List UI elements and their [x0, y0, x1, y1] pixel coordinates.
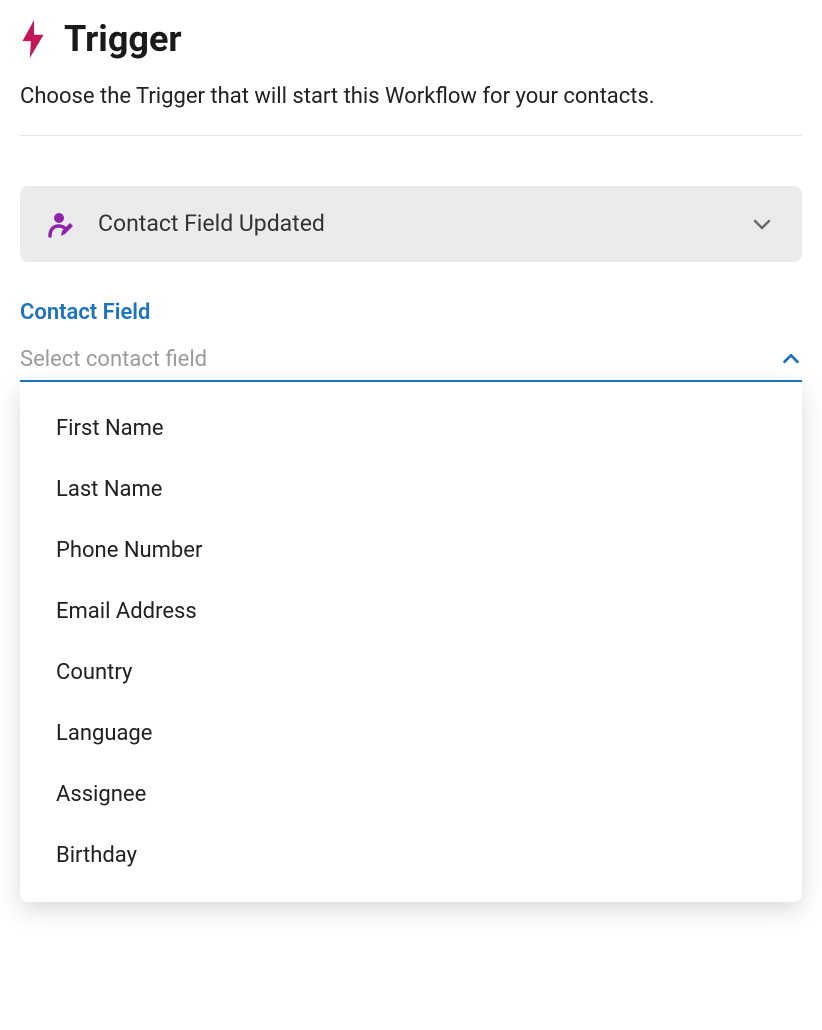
page-description: Choose the Trigger that will start this …: [20, 82, 802, 113]
dropdown-option[interactable]: Assignee: [20, 764, 802, 825]
dropdown-option[interactable]: Birthday: [20, 825, 802, 886]
chevron-down-icon: [750, 212, 774, 236]
page-header: Trigger: [20, 18, 802, 60]
contact-field-dropdown: First Name Last Name Phone Number Email …: [20, 382, 802, 902]
contact-field-section: Contact Field Select contact field First…: [20, 300, 802, 902]
lightning-bolt-icon: [20, 20, 46, 58]
dropdown-option[interactable]: First Name: [20, 398, 802, 459]
contact-field-label: Contact Field: [20, 300, 802, 325]
user-edit-icon: [48, 210, 76, 238]
dropdown-option[interactable]: Country: [20, 642, 802, 703]
chevron-up-icon: [780, 348, 802, 370]
page-title: Trigger: [64, 18, 182, 60]
contact-field-placeholder: Select contact field: [20, 347, 207, 372]
dropdown-option[interactable]: Phone Number: [20, 520, 802, 581]
dropdown-option[interactable]: Language: [20, 703, 802, 764]
trigger-type-selector[interactable]: Contact Field Updated: [20, 186, 802, 262]
contact-field-select[interactable]: Select contact field: [20, 335, 802, 382]
divider: [20, 135, 802, 136]
dropdown-option[interactable]: Last Name: [20, 459, 802, 520]
dropdown-option[interactable]: Email Address: [20, 581, 802, 642]
trigger-type-label: Contact Field Updated: [98, 210, 325, 237]
